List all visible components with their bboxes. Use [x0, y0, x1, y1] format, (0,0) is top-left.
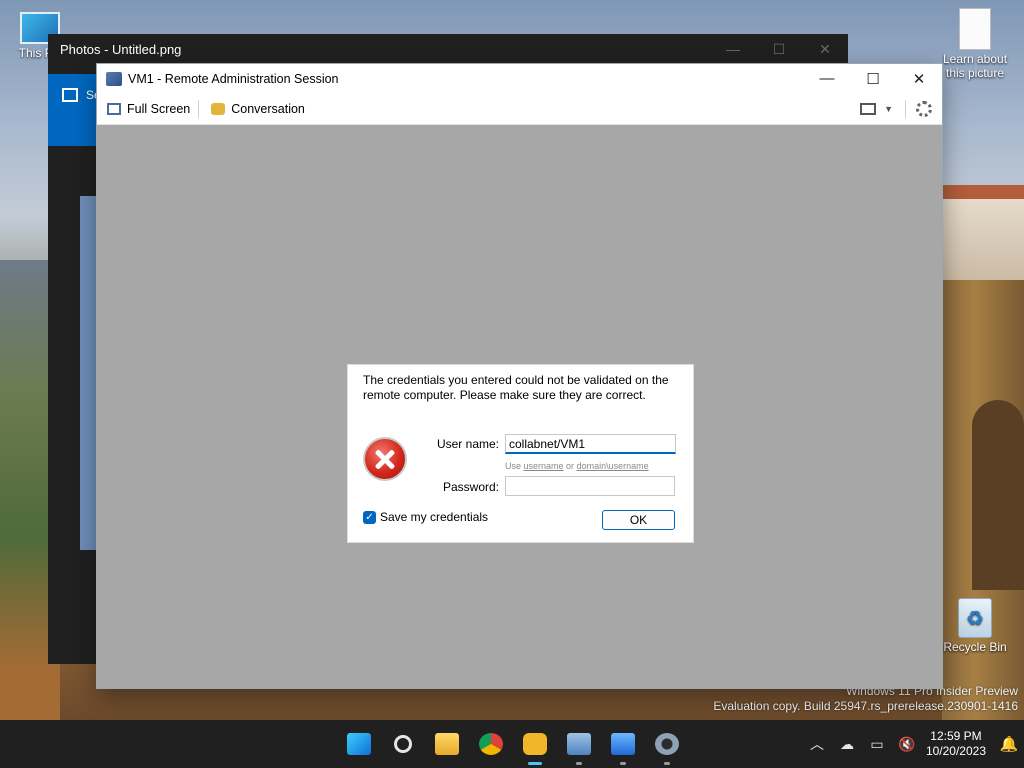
username-label: User name:	[436, 437, 499, 451]
hint-domain-username: domain\username	[576, 461, 649, 471]
watermark-line-2: Evaluation copy. Build 25947.rs_prerelea…	[713, 699, 1018, 713]
password-field[interactable]	[505, 476, 675, 496]
settings-icon	[655, 733, 679, 755]
desktop-icon-label: Recycle Bin	[943, 640, 1007, 654]
toolbar-divider	[905, 100, 906, 118]
chrome-icon	[479, 733, 503, 755]
display-icon[interactable]	[860, 103, 877, 115]
search-button[interactable]	[381, 720, 425, 768]
hint-or: or	[563, 461, 577, 471]
remote-session-area[interactable]: The credentials you entered could not be…	[97, 125, 942, 688]
credentials-error-dialog: The credentials you entered could not be…	[347, 364, 694, 543]
photos-titlebar[interactable]: Photos - Untitled.png — ☐ ✕	[48, 34, 848, 64]
remote-session-window[interactable]: VM1 - Remote Administration Session — ☐ …	[97, 64, 942, 688]
photos-taskbar-button[interactable]	[601, 720, 645, 768]
search-icon	[394, 735, 412, 753]
conversation-icon	[211, 103, 226, 115]
file-explorer-button[interactable]	[425, 720, 469, 768]
start-button[interactable]	[337, 720, 381, 768]
network-icon[interactable]: ▭	[862, 736, 892, 753]
windows-logo-icon	[347, 733, 371, 755]
photos-image-preview	[80, 196, 98, 550]
checkmark-icon[interactable]: ✓	[363, 510, 376, 524]
save-credentials-label: Save my credentials	[380, 510, 489, 524]
ok-button[interactable]: OK	[602, 510, 675, 530]
password-label: Password:	[442, 480, 499, 494]
resource-monitor-icon	[567, 733, 591, 755]
hint-prefix: Use	[505, 461, 524, 471]
rdp-toolbar: Full Screen Conversation ▼	[97, 94, 942, 125]
rdp-titlebar[interactable]: VM1 - Remote Administration Session — ☐ …	[97, 64, 942, 94]
error-message: The credentials you entered could not be…	[363, 373, 669, 402]
username-field[interactable]	[505, 434, 676, 454]
minimize-button[interactable]: —	[804, 70, 850, 88]
clock-time: 12:59 PM	[930, 729, 982, 743]
save-credentials-checkbox[interactable]: ✓ Save my credentials	[363, 510, 488, 524]
remote-session-taskbar-button[interactable]	[513, 720, 557, 768]
full-screen-icon	[107, 103, 121, 115]
close-button[interactable]: ✕	[896, 70, 942, 88]
username-hint: Use username or domain\username	[505, 461, 649, 471]
recycle-bin-icon: ♻	[958, 598, 992, 638]
wallpaper-arch	[972, 400, 1024, 590]
hint-username: username	[523, 461, 564, 471]
maximize-button[interactable]: ☐	[850, 70, 896, 88]
windows-watermark: Windows 11 Pro Insider Preview Evaluatio…	[713, 684, 1018, 714]
system-tray: ︿ ☁ ▭ 🔇 12:59 PM 10/20/2023 🔔	[802, 720, 1024, 768]
remote-session-icon	[523, 733, 547, 755]
taskbar: ︿ ☁ ▭ 🔇 12:59 PM 10/20/2023 🔔	[0, 720, 1024, 768]
photos-window-controls: — ☐ ✕	[710, 41, 848, 58]
chevron-up-icon[interactable]: ︿	[802, 734, 832, 754]
chrome-button[interactable]	[469, 720, 513, 768]
settings-taskbar-button[interactable]	[645, 720, 689, 768]
photos-icon	[611, 733, 635, 755]
image-icon	[62, 88, 78, 102]
maximize-button[interactable]: ☐	[756, 41, 802, 58]
toolbar-right-group: ▼	[860, 100, 942, 118]
rdp-window-controls: — ☐ ✕	[804, 70, 942, 88]
rdp-window-title: VM1 - Remote Administration Session	[128, 72, 339, 86]
full-screen-label: Full Screen	[127, 102, 191, 116]
toolbar-divider	[198, 100, 200, 118]
minimize-button[interactable]: —	[710, 41, 756, 58]
gear-icon[interactable]	[916, 101, 932, 117]
wallpaper-town	[942, 185, 1024, 285]
photos-window-title: Photos - Untitled.png	[60, 41, 182, 57]
desktop-icon-recycle-bin[interactable]: ♻ Recycle Bin	[935, 598, 1015, 654]
error-icon	[363, 437, 407, 481]
photos-sidebar-item[interactable]: Se	[48, 74, 101, 146]
chevron-down-icon[interactable]: ▼	[884, 104, 893, 114]
taskbar-apps	[337, 720, 689, 768]
desktop-icon-learn-about-picture[interactable]: Learn about this picture	[935, 8, 1015, 80]
wallpaper-cliff	[942, 280, 1024, 720]
conversation-label: Conversation	[231, 102, 305, 116]
resource-monitor-button[interactable]	[557, 720, 601, 768]
folder-icon	[435, 733, 459, 755]
volume-icon[interactable]: 🔇	[892, 736, 922, 753]
full-screen-button[interactable]: Full Screen	[97, 94, 196, 124]
onedrive-icon[interactable]: ☁	[832, 736, 862, 753]
desktop-icon-label: Learn about this picture	[942, 52, 1008, 80]
notification-bell-icon[interactable]: 🔔	[994, 735, 1024, 753]
clock[interactable]: 12:59 PM 10/20/2023	[926, 729, 986, 759]
close-button[interactable]: ✕	[802, 41, 848, 58]
remote-desktop-icon	[106, 72, 122, 86]
document-icon	[959, 8, 991, 50]
conversation-button[interactable]: Conversation	[201, 94, 311, 124]
clock-date: 10/20/2023	[925, 744, 986, 758]
